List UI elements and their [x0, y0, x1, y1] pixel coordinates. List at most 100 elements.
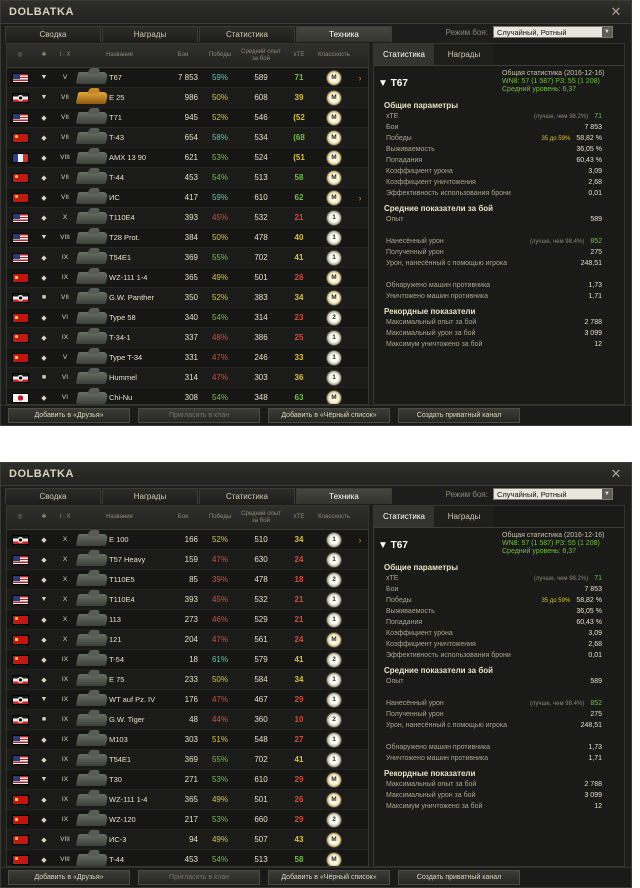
- globe-icon[interactable]: ◎: [7, 514, 33, 521]
- table-row[interactable]: ◆ X T110E5 85 39% 478 18 2: [7, 570, 368, 590]
- tab-2[interactable]: Статистика: [199, 26, 295, 42]
- table-row[interactable]: ▼ VIII T28 Prot. 384 50% 478 40 1: [7, 228, 368, 248]
- chevron-down-icon[interactable]: ▼: [602, 489, 612, 499]
- footer-button-2[interactable]: Добавить в «Чёрный список»: [268, 870, 390, 885]
- table-row[interactable]: ▼ IX T30 271 53% 610 29 M: [7, 770, 368, 790]
- table-row[interactable]: ◆ X E 100 166 52% 510 34 1 ›: [7, 530, 368, 550]
- table-row[interactable]: ◆ VII ИС 417 59% 610 62 M ›: [7, 188, 368, 208]
- col-battles[interactable]: Бои: [164, 514, 202, 521]
- table-row[interactable]: ◆ X 121 204 47% 561 24 M: [7, 630, 368, 650]
- avg-exp: 548: [254, 735, 268, 744]
- vehicle-name: E 25: [109, 93, 125, 102]
- stat-row: Максимальный опыт за бой 2 788: [374, 317, 624, 328]
- vehicle-name: T28 Prot.: [109, 233, 140, 242]
- mastery-badge-icon: 2: [327, 652, 341, 667]
- tab-1[interactable]: Награды: [102, 488, 198, 504]
- table-row[interactable]: ◆ X 113 273 46% 529 21 1: [7, 610, 368, 630]
- col-name[interactable]: Название: [75, 52, 164, 59]
- vehicle-name: T110E4: [109, 595, 135, 604]
- tab-0[interactable]: Сводка: [5, 488, 101, 504]
- table-row[interactable]: ◆ VIII AMX 13 90 621 53% 524 (51 M: [7, 148, 368, 168]
- table-row[interactable]: ◆ VIII T-44 453 54% 513 58 M: [7, 850, 368, 866]
- table-row[interactable]: ▼ V T67 7 853 59% 589 71 M ›: [7, 68, 368, 88]
- tab-3[interactable]: Техника: [296, 26, 392, 42]
- chevron-down-icon[interactable]: ▼: [602, 27, 612, 37]
- table-row[interactable]: ◆ IX T54E1 369 55% 702 41 1: [7, 750, 368, 770]
- tab-0[interactable]: Сводка: [5, 26, 101, 42]
- col-battles[interactable]: Бои: [164, 52, 202, 59]
- footer-button-1[interactable]: Пригласить в клан: [138, 870, 260, 885]
- stat-row: Уничтожено машин противника 1,71: [374, 291, 624, 302]
- vehicle-name: T-44: [109, 173, 125, 182]
- tab-2[interactable]: Статистика: [199, 488, 295, 504]
- tier: IX: [61, 254, 69, 261]
- footer-button-2[interactable]: Добавить в «Чёрный список»: [268, 408, 390, 423]
- table-row[interactable]: ◆ VII T-43 654 58% 534 (68 M: [7, 128, 368, 148]
- stat-row: Коэффициент уничтожения 2,68: [374, 177, 624, 188]
- table-row[interactable]: ◆ IX WZ-111 1-4 365 49% 501 26 M: [7, 790, 368, 810]
- table-row[interactable]: ■ VII G.W. Panther 350 52% 383 34 M: [7, 288, 368, 308]
- battles: 273: [184, 615, 198, 624]
- col-wins[interactable]: Победы: [202, 52, 238, 59]
- type-icon[interactable]: ✱: [33, 514, 55, 521]
- type-icon[interactable]: ✱: [33, 52, 55, 59]
- table-row[interactable]: ▼ X T110E4 393 45% 532 21 1: [7, 590, 368, 610]
- avg-exp: 510: [254, 535, 268, 544]
- close-icon[interactable]: ✕: [609, 4, 623, 20]
- table-row[interactable]: ◆ VI Chi-Nu 308 54% 348 63 M: [7, 388, 368, 404]
- footer-button-0[interactable]: Добавить в «Друзья»: [8, 408, 130, 423]
- xte: 29: [294, 815, 304, 824]
- table-row[interactable]: ◆ IX T54E1 369 55% 702 41 1: [7, 248, 368, 268]
- col-xte[interactable]: xTE: [284, 514, 314, 521]
- tab-3[interactable]: Техника: [296, 488, 392, 504]
- footer-button-1[interactable]: Пригласить в клан: [138, 408, 260, 423]
- battle-mode-select[interactable]: Случайный, Ротный ▼: [493, 488, 613, 500]
- table-row[interactable]: ■ VI Hummel 314 47% 303 36 1: [7, 368, 368, 388]
- battles: 986: [184, 93, 198, 102]
- col-xte[interactable]: xTE: [284, 52, 314, 59]
- overall-date: Общая статистика (2016-12-16): [502, 70, 605, 77]
- tab-1[interactable]: Награды: [102, 26, 198, 42]
- win-rate: 50%: [211, 93, 228, 102]
- table-row[interactable]: ▼ VII E 25 986 50% 608 39 M: [7, 88, 368, 108]
- footer-button-0[interactable]: Добавить в «Друзья»: [8, 870, 130, 885]
- tier: X: [62, 576, 68, 583]
- table-row[interactable]: ◆ IX WZ-111 1-4 365 49% 501 26 M: [7, 268, 368, 288]
- table-row[interactable]: ▼ IX WT auf Pz. IV 176 47% 467 29 1: [7, 690, 368, 710]
- col-avg-exp[interactable]: Средний опыт за бой: [238, 49, 284, 63]
- col-tier[interactable]: I - X: [55, 514, 75, 521]
- col-class[interactable]: Классность: [314, 514, 354, 521]
- stats-window-top: DOLBATKA ✕ Сводка Награды Статистика Техника Р…: [0, 0, 632, 426]
- table-row[interactable]: ◆ IX E 75 233 50% 584 34 1: [7, 670, 368, 690]
- side-tab-0[interactable]: Статистика: [374, 506, 434, 527]
- table-row[interactable]: ◆ IX T-54 18 61% 579 41 2: [7, 650, 368, 670]
- col-wins[interactable]: Победы: [202, 514, 238, 521]
- overall-stats: Общая статистика (2016-12-16) WN8: 57 (1 …: [502, 70, 604, 94]
- close-icon[interactable]: ✕: [609, 466, 623, 482]
- col-avg-exp[interactable]: Средний опыт за бой: [238, 511, 284, 525]
- flag-cell: [7, 312, 33, 323]
- table-row[interactable]: ◆ VII T-44 453 54% 513 58 M: [7, 168, 368, 188]
- table-row[interactable]: ◆ V Type T-34 331 47% 246 33 1: [7, 348, 368, 368]
- table-row[interactable]: ◆ VIII ИС-3 94 49% 507 43 M: [7, 830, 368, 850]
- battle-mode-select[interactable]: Случайный, Ротный ▼: [493, 26, 613, 38]
- globe-icon[interactable]: ◎: [7, 52, 33, 59]
- footer-button-3[interactable]: Создать приватный канал: [398, 408, 520, 423]
- table-row[interactable]: ◆ IX WZ-120 217 53% 660 29 2: [7, 810, 368, 830]
- table-row[interactable]: ◆ X T57 Heavy 159 47% 630 24 1: [7, 550, 368, 570]
- table-row[interactable]: ◆ X T110E4 393 45% 532 21 1: [7, 208, 368, 228]
- table-row[interactable]: ◆ VI Type 58 340 54% 314 23 2: [7, 308, 368, 328]
- table-row[interactable]: ◆ IX T-34-1 337 48% 386 25 1: [7, 328, 368, 348]
- table-row[interactable]: ◆ IX M103 303 51% 548 27 1: [7, 730, 368, 750]
- col-name[interactable]: Название: [75, 514, 164, 521]
- table-row[interactable]: ■ IX G.W. Tiger 48 44% 360 10 2: [7, 710, 368, 730]
- footer-button-3[interactable]: Создать приватный канал: [398, 870, 520, 885]
- side-tab-1[interactable]: Награды: [434, 506, 494, 527]
- flag-cell: [7, 674, 33, 685]
- battle-mode: Режим боя: Случайный, Ротный ▼: [446, 26, 613, 38]
- col-class[interactable]: Классность: [314, 52, 354, 59]
- col-tier[interactable]: I - X: [55, 52, 75, 59]
- side-tab-0[interactable]: Статистика: [374, 44, 434, 65]
- side-tab-1[interactable]: Награды: [434, 44, 494, 65]
- table-row[interactable]: ◆ VII T71 945 52% 546 (52 M: [7, 108, 368, 128]
